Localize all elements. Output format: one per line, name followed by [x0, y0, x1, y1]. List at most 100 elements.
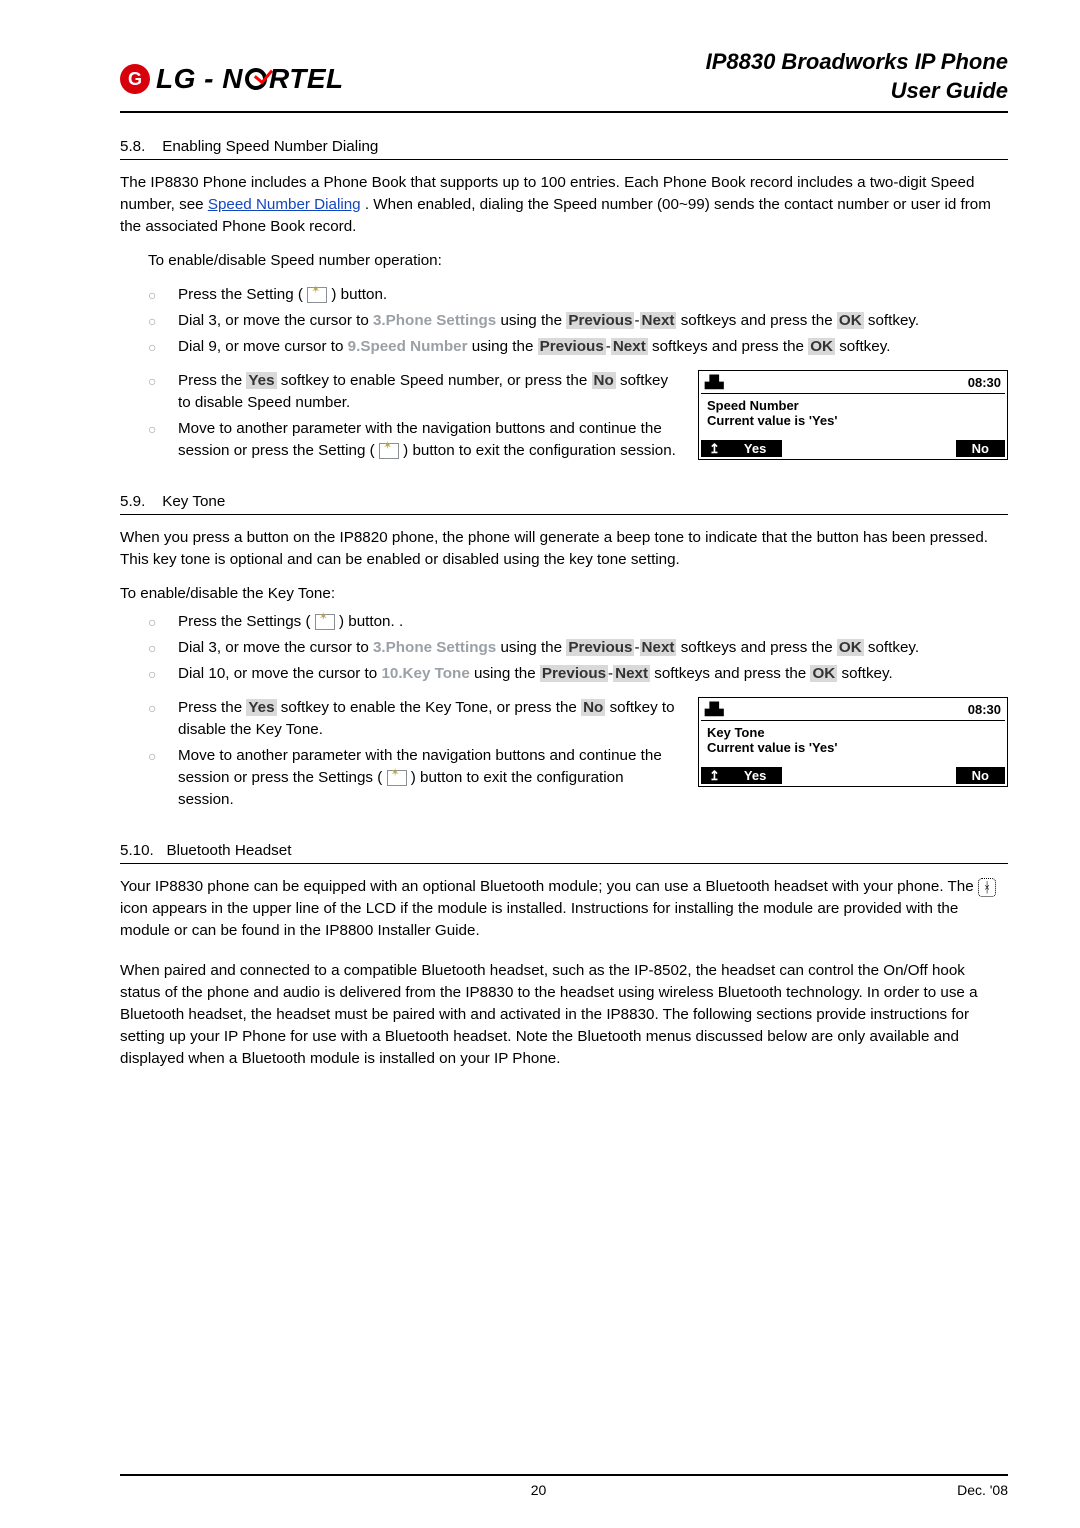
footer-date: Dec. '08 — [957, 1480, 1008, 1500]
lcd-statusbar: ▟▙ 08:30 — [701, 373, 1005, 394]
settings-icon — [387, 770, 407, 786]
speed-number-dialing-link[interactable]: Speed Number Dialing — [208, 196, 361, 213]
lcd-softkey-spacer — [782, 440, 955, 458]
softkey-label: OK — [837, 639, 864, 656]
settings-icon — [307, 287, 327, 303]
lcd-softkey-no: No — [956, 440, 1005, 458]
softkey-label: OK — [808, 338, 835, 355]
lcd-screenshot: ▟▙ 08:30 Key Tone Current value is 'Yes'… — [698, 697, 1008, 787]
list-item: Dial 10, or move the cursor to 10.Key To… — [148, 663, 1008, 685]
lg-logo-g: G — [128, 70, 142, 88]
text: ) button. — [331, 286, 387, 303]
text: softkey. — [841, 665, 892, 682]
lcd-time: 08:30 — [968, 375, 1001, 391]
softkey-label: OK — [810, 665, 837, 682]
list-item: Press the Yes softkey to enable Speed nu… — [148, 370, 682, 414]
softkey-label: Next — [640, 312, 677, 329]
text: Dial 9, or move cursor to — [178, 338, 348, 355]
lcd-line: Key Tone — [707, 725, 999, 741]
row-with-lcd: Press the Yes softkey to enable the Key … — [120, 697, 1008, 823]
instruction-list: Press the Settings ( ) button. . Dial 3,… — [148, 611, 1008, 685]
section-title: Key Tone — [162, 493, 225, 510]
lcd-time: 08:30 — [968, 702, 1001, 718]
text: Press the Settings ( — [178, 613, 311, 630]
text: using the — [474, 665, 540, 682]
lcd-line: Current value is 'Yes' — [707, 413, 999, 429]
softkey-label: Next — [611, 338, 648, 355]
text: softkey to enable the Key Tone, or press… — [281, 699, 581, 716]
section-divider — [120, 514, 1008, 515]
paragraph: Your IP8830 phone can be equipped with a… — [120, 876, 1008, 942]
softkey-label: Previous — [540, 665, 608, 682]
header-title: IP8830 Broadworks IP Phone User Guide — [706, 48, 1008, 105]
page-number: 20 — [531, 1480, 547, 1500]
section-title: Bluetooth Headset — [166, 842, 291, 859]
section-number: 5.8. — [120, 138, 145, 155]
text: icon appears in the upper line of the LC… — [120, 900, 958, 939]
section-heading: 5.10. Bluetooth Headset — [120, 841, 1008, 861]
text: softkeys and press the — [681, 639, 837, 656]
menu-name: 3.Phone Settings — [373, 639, 496, 656]
header-divider — [120, 111, 1008, 113]
instruction-list: Press the Setting ( ) button. Dial 3, or… — [148, 284, 1008, 358]
lcd-statusbar: ▟▙ 08:30 — [701, 700, 1005, 721]
text: using the — [500, 312, 566, 329]
list-item: Dial 3, or move the cursor to 3.Phone Se… — [148, 637, 1008, 659]
section-heading: 5.8. Enabling Speed Number Dialing — [120, 137, 1008, 157]
text: ) button. . — [339, 613, 403, 630]
list-item: Move to another parameter with the navig… — [148, 745, 682, 811]
text: Dial 10, or move the cursor to — [178, 665, 381, 682]
text: softkeys and press the — [654, 665, 810, 682]
page-footer: 20 Dec. '08 — [120, 1474, 1008, 1500]
list-item: Press the Setting ( ) button. — [148, 284, 1008, 306]
lg-logo-icon: G — [120, 64, 150, 94]
list-item: Press the Yes softkey to enable the Key … — [148, 697, 682, 741]
lcd-softkey-row: ↥ Yes No — [701, 440, 1005, 458]
lead-text: To enable/disable Speed number operation… — [148, 250, 1008, 272]
section-title: Enabling Speed Number Dialing — [162, 138, 378, 155]
instruction-list: Press the Yes softkey to enable Speed nu… — [148, 370, 682, 462]
menu-name: 10.Key Tone — [381, 665, 469, 682]
lcd-line: Speed Number — [707, 398, 999, 414]
lcd-softkey-yes: Yes — [728, 767, 782, 785]
text: using the — [500, 639, 566, 656]
text: Dial 3, or move the cursor to — [178, 312, 373, 329]
nortel-o-icon — [245, 68, 267, 90]
softkey-label: Previous — [538, 338, 606, 355]
paragraph: The IP8830 Phone includes a Phone Book t… — [120, 172, 1008, 238]
brand-text: LG - N RTEL — [156, 65, 344, 93]
settings-icon — [315, 614, 335, 630]
menu-name: 3.Phone Settings — [373, 312, 496, 329]
network-icon: ▟▙ — [705, 702, 723, 718]
list-item: Dial 9, or move cursor to 9.Speed Number… — [148, 336, 1008, 358]
softkey-label: Previous — [566, 312, 634, 329]
brand-left: LG - N — [156, 65, 243, 93]
softkey-label: Next — [613, 665, 650, 682]
list-item: Press the Settings ( ) button. . — [148, 611, 1008, 633]
header-title-line1: IP8830 Broadworks IP Phone — [706, 48, 1008, 77]
softkey-label: Yes — [246, 372, 276, 389]
lcd-softkey-spacer — [782, 767, 955, 785]
text: Press the — [178, 699, 246, 716]
section-heading: 5.9. Key Tone — [120, 492, 1008, 512]
text: using the — [472, 338, 538, 355]
page-header: G LG - N RTEL IP8830 Broadworks IP Phone… — [120, 48, 1008, 105]
text: softkeys and press the — [652, 338, 808, 355]
softkey-label: No — [581, 699, 605, 716]
bluetooth-icon: ᚼ — [978, 878, 996, 897]
lcd-screenshot: ▟▙ 08:30 Speed Number Current value is '… — [698, 370, 1008, 460]
text: Press the — [178, 372, 246, 389]
text: - — [634, 639, 639, 656]
section-number: 5.10. — [120, 842, 154, 859]
list-item: Move to another parameter with the navig… — [148, 418, 682, 462]
lcd-body: Speed Number Current value is 'Yes' — [701, 394, 1005, 440]
section-divider — [120, 863, 1008, 864]
brand-logo: G LG - N RTEL — [120, 64, 344, 94]
text: Your IP8830 phone can be equipped with a… — [120, 878, 978, 895]
text: Dial 3, or move the cursor to — [178, 639, 373, 656]
section-divider — [120, 159, 1008, 160]
footer-divider — [120, 1474, 1008, 1476]
lcd-softkey-up: ↥ — [701, 440, 728, 458]
lead-text: To enable/disable the Key Tone: — [120, 583, 1008, 605]
text: ) button to exit the configuration sessi… — [403, 442, 676, 459]
